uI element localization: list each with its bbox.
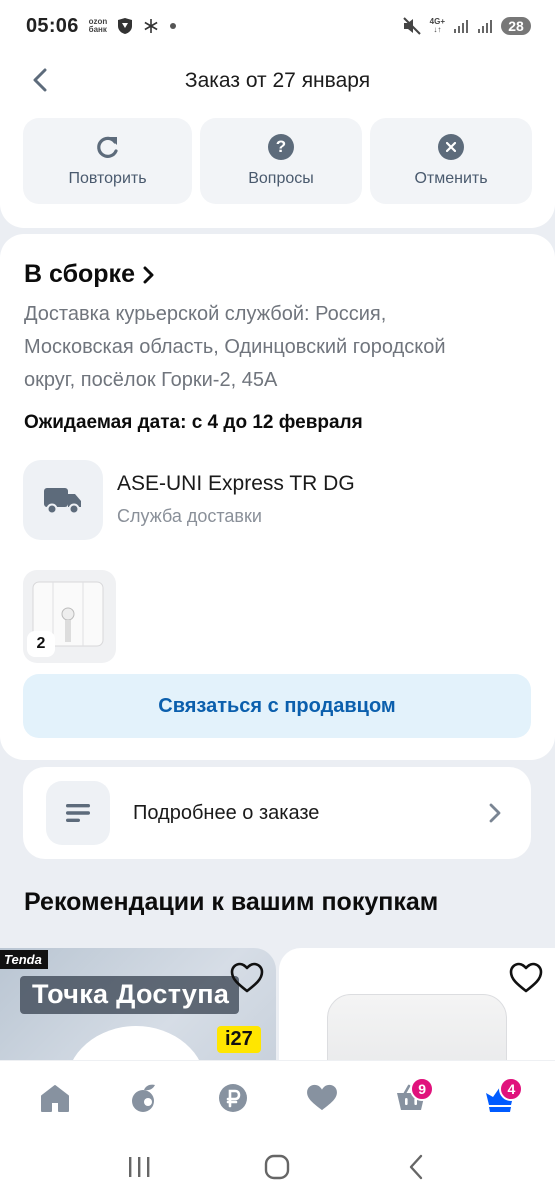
snowflake-icon [144, 19, 158, 33]
ozon-bank-icon: ozon банк [88, 17, 108, 34]
signal-icon-2 [478, 20, 492, 33]
home-icon [40, 1084, 69, 1112]
ruble-icon [218, 1083, 247, 1112]
delivery-address: Доставка курьерской службой: Россия, Мос… [24, 303, 446, 391]
status-title: В сборке [24, 260, 135, 288]
status-title-link[interactable]: В сборке [24, 260, 155, 289]
carrier-icon-box [23, 460, 103, 540]
repeat-button[interactable]: Повторить [23, 118, 192, 204]
nav-cart[interactable]: 9 [386, 1073, 436, 1123]
order-actions: Повторить ? Вопросы Отменить [23, 118, 532, 204]
back-system-button[interactable] [391, 1142, 441, 1192]
status-time: 05:06 [26, 14, 79, 37]
cancel-button[interactable]: Отменить [370, 118, 532, 204]
product-thumbnail[interactable]: 2 [23, 570, 116, 663]
product-banner: Точка Доступа [20, 976, 240, 1014]
nav-profile[interactable]: 4 [475, 1073, 525, 1123]
page-title: Заказ от 27 января [184, 69, 371, 92]
questions-button[interactable]: ? Вопросы [200, 118, 362, 204]
recommendation-card[interactable] [279, 948, 555, 1078]
cart-badge: 9 [410, 1076, 435, 1101]
quantity-badge: 2 [27, 631, 55, 657]
signal-icon-1 [454, 20, 468, 33]
order-header-card: Заказ от 27 января Повторить ? Вопросы О… [0, 52, 555, 228]
close-icon [438, 134, 464, 160]
details-icon-box [46, 781, 110, 845]
recommendations-title: Рекомендации к вашим покупкам [24, 888, 439, 916]
product-model-badge: i27 [217, 1026, 261, 1053]
favorite-heart-icon[interactable] [230, 962, 264, 994]
carrier-subtitle: Служба доставки [117, 506, 262, 526]
recent-apps-button[interactable] [114, 1142, 164, 1192]
question-icon: ? [268, 134, 294, 160]
brand-logo: Tenda [0, 950, 48, 969]
back-arrow-icon [409, 1154, 423, 1180]
network-type: 4G+ ↓↑ [429, 17, 445, 34]
mute-icon [402, 17, 421, 35]
recommendation-card[interactable]: Tenda Точка Доступа i27 [0, 948, 276, 1078]
chevron-right-icon [489, 803, 501, 823]
nav-fresh[interactable] [119, 1073, 169, 1123]
fresh-icon [131, 1084, 155, 1112]
expected-date: Ожидаемая дата: с 4 до 12 февраля [24, 412, 363, 433]
shield-icon [118, 18, 133, 34]
status-bar: 05:06 ozon банк 4G+ ↓↑ 28 [0, 0, 555, 52]
nav-favorites[interactable] [297, 1073, 347, 1123]
truck-icon [44, 488, 81, 515]
contact-seller-label: Связаться с продавцом [158, 694, 396, 717]
header: Заказ от 27 января [0, 52, 555, 110]
order-details-label: Подробнее о заказе [133, 801, 320, 824]
heart-icon [307, 1084, 337, 1110]
profile-badge: 4 [499, 1076, 524, 1101]
bottom-nav: 9 4 [0, 1060, 555, 1134]
back-button[interactable] [28, 66, 52, 94]
repeat-label: Повторить [68, 170, 147, 187]
questions-label: Вопросы [248, 170, 314, 187]
chevron-left-icon [33, 68, 47, 92]
home-circle-icon [265, 1154, 290, 1180]
nav-home[interactable] [30, 1073, 80, 1123]
chevron-right-icon [143, 266, 154, 283]
battery-level: 28 [501, 17, 531, 35]
order-status-card: В сборке Доставка курьерской службой: Ро… [0, 234, 555, 760]
system-nav-bar [0, 1134, 555, 1200]
home-system-button[interactable] [252, 1142, 302, 1192]
cancel-label: Отменить [414, 170, 488, 187]
recent-apps-icon [129, 1157, 150, 1177]
notification-dot-icon [170, 23, 177, 29]
contact-seller-button[interactable]: Связаться с продавцом [23, 674, 531, 738]
order-details-link[interactable]: Подробнее о заказе [23, 767, 531, 859]
list-icon [66, 804, 90, 822]
favorite-heart-icon[interactable] [509, 962, 543, 994]
refresh-icon [96, 136, 118, 158]
carrier-name: ASE-UNI Express TR DG [117, 472, 355, 495]
nav-finance[interactable] [208, 1073, 258, 1123]
